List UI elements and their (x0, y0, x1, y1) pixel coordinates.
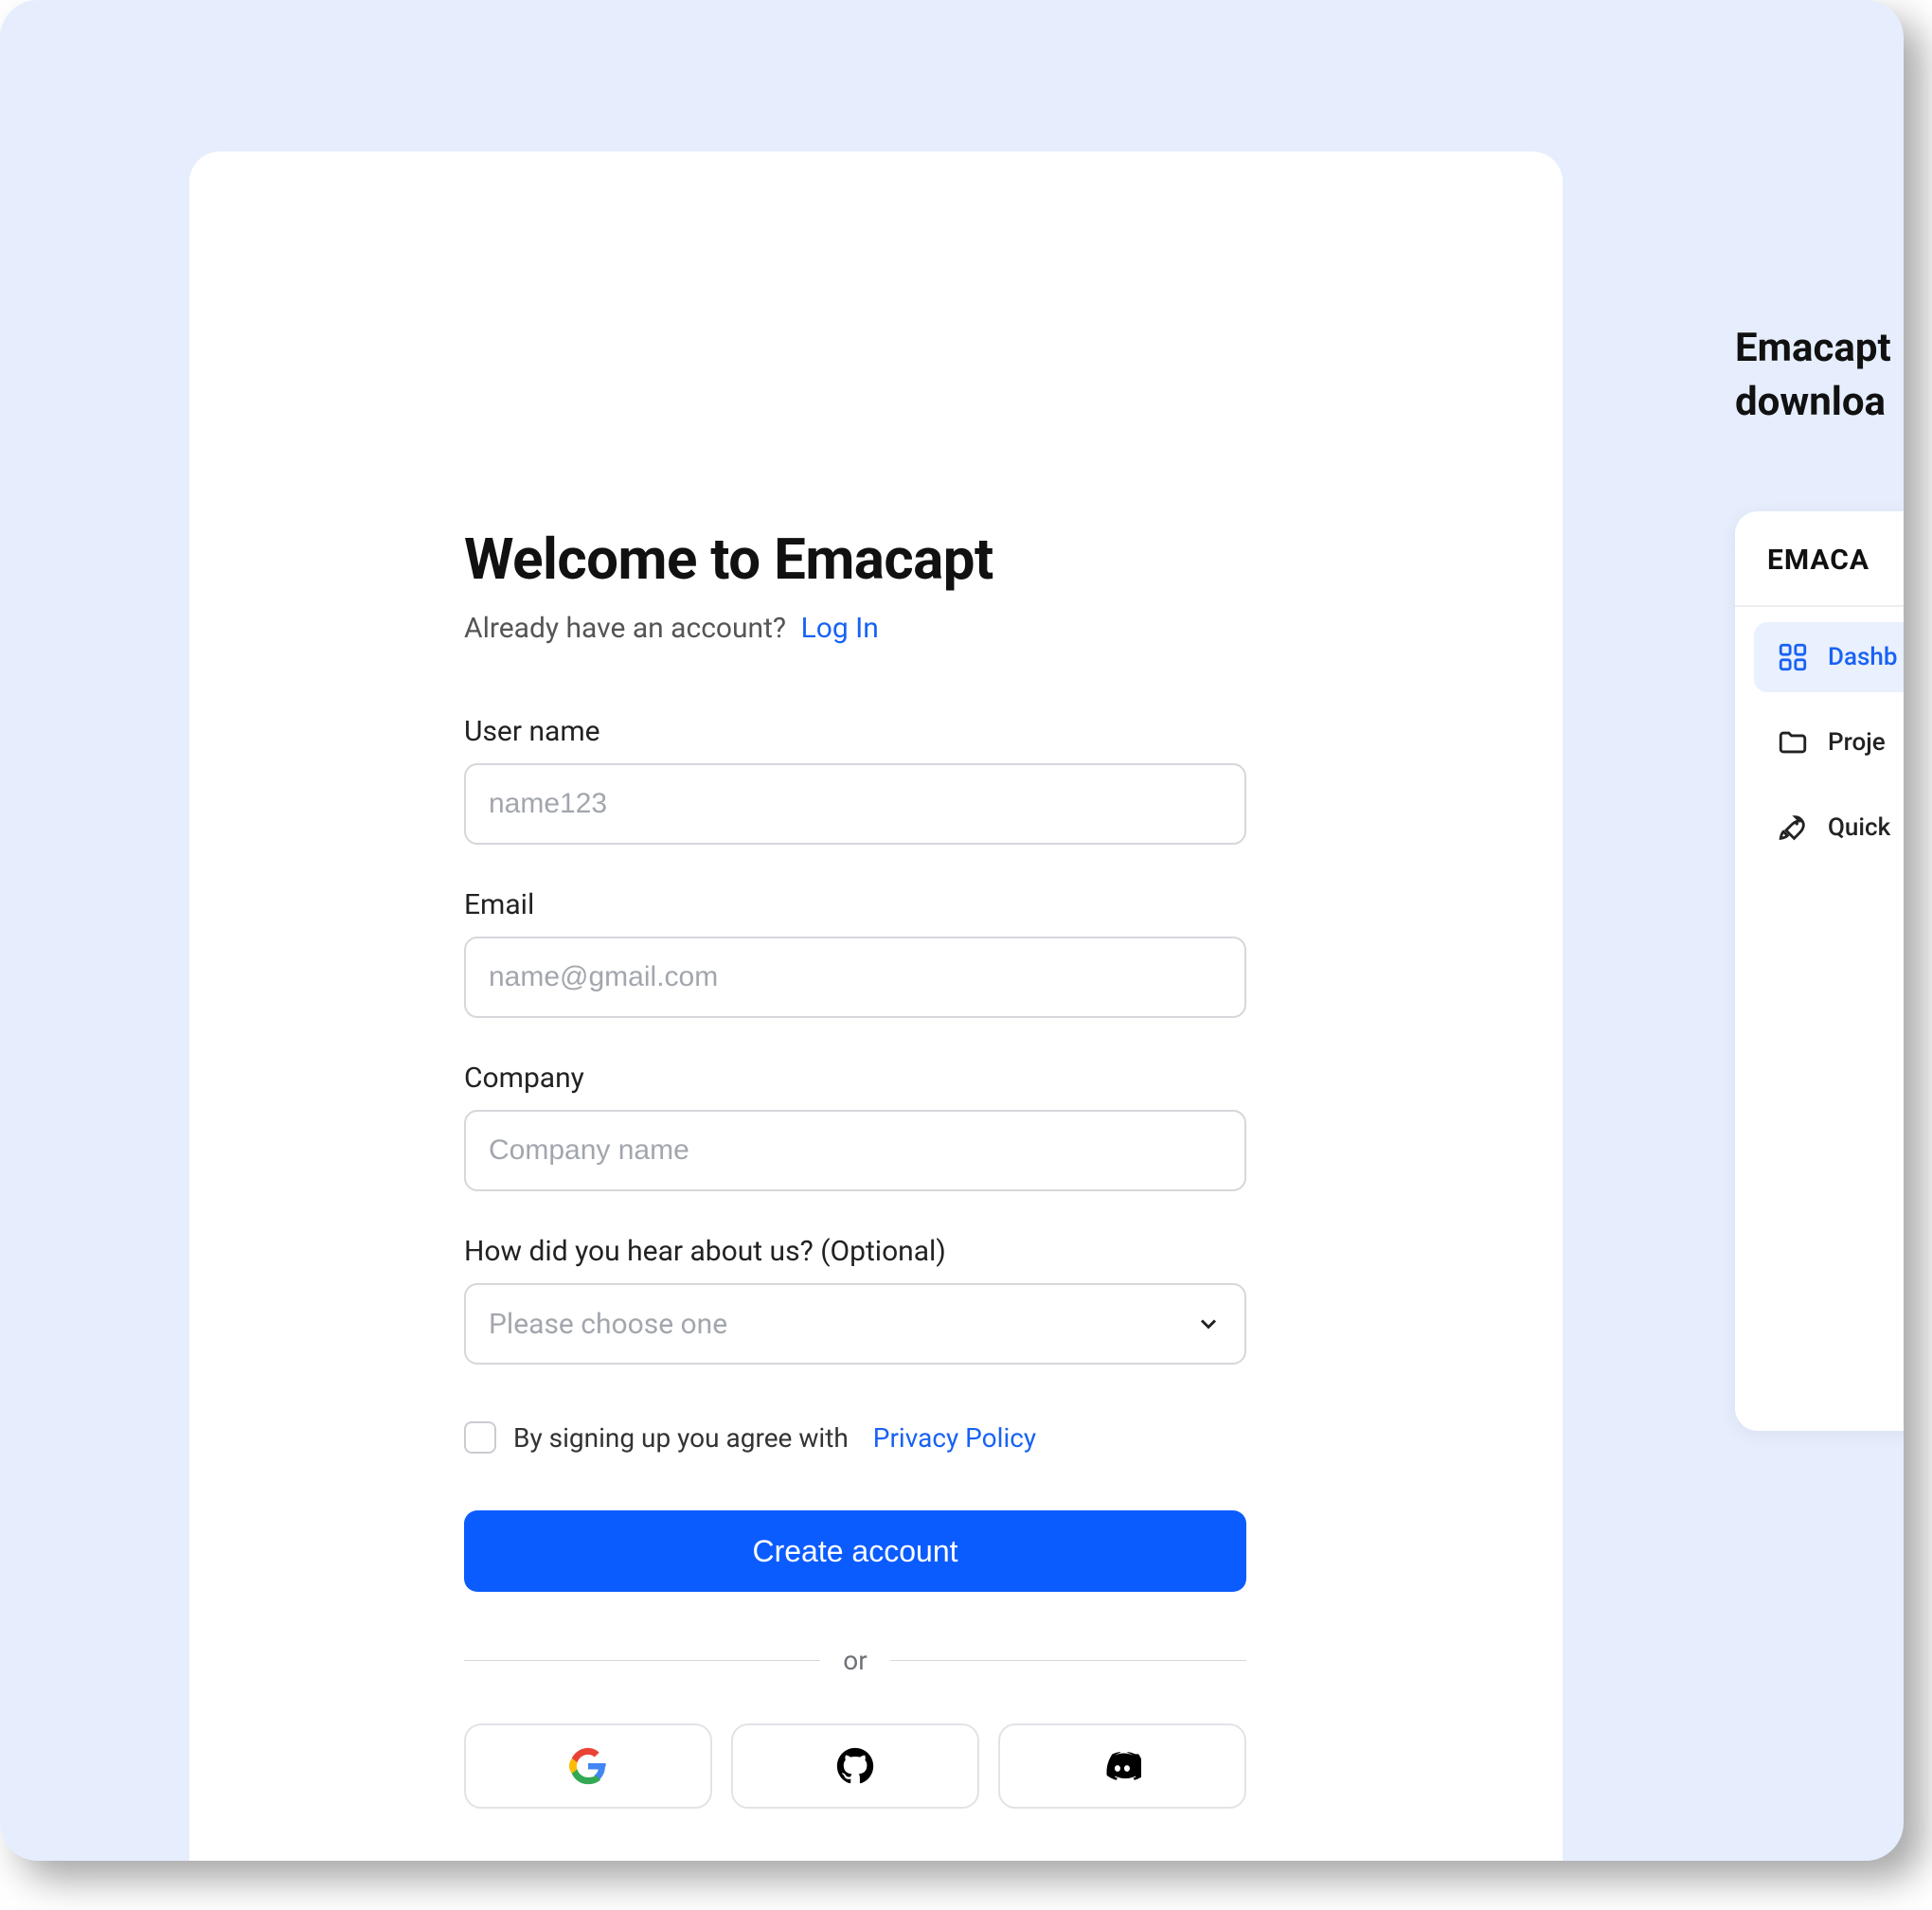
heard-placeholder: Please choose one (489, 1308, 727, 1341)
rocket-icon (1777, 812, 1809, 844)
email-input[interactable] (464, 937, 1246, 1018)
divider-text: or (843, 1645, 867, 1676)
consent-text: By signing up you agree with (513, 1422, 849, 1454)
chevron-down-icon (1195, 1311, 1222, 1337)
already-text: Already have an account? (464, 612, 786, 645)
email-label: Email (464, 888, 1288, 921)
login-prompt: Already have an account? Log In (464, 612, 1288, 645)
company-group: Company (464, 1062, 1288, 1191)
nav-dashboard[interactable]: Dashb (1754, 622, 1904, 692)
discord-icon (1103, 1747, 1141, 1785)
google-signin-button[interactable] (464, 1723, 712, 1809)
google-icon (569, 1747, 607, 1785)
create-account-button[interactable]: Create account (464, 1510, 1246, 1592)
divider-line (890, 1660, 1246, 1661)
company-label: Company (464, 1062, 1288, 1095)
github-icon (836, 1747, 874, 1785)
nav-projects-label: Proje (1828, 728, 1886, 757)
signup-card: Welcome to Emacapt Already have an accou… (189, 152, 1563, 1861)
login-link[interactable]: Log In (801, 612, 879, 645)
username-label: User name (464, 715, 1288, 748)
heard-label: How did you hear about us? (Optional) (464, 1235, 1288, 1268)
aside-title: Emacapt downloa (1735, 322, 1891, 429)
username-group: User name (464, 715, 1288, 845)
page-title: Welcome to Emacapt (464, 526, 1288, 593)
preview-brand: EMACA (1735, 544, 1904, 607)
company-input[interactable] (464, 1110, 1246, 1191)
heard-group: How did you hear about us? (Optional) Pl… (464, 1235, 1288, 1365)
preview-card: EMACA Dashb Proje Quick (1735, 511, 1904, 1431)
nav-projects[interactable]: Proje (1754, 707, 1904, 777)
folder-icon (1777, 726, 1809, 759)
heard-select[interactable]: Please choose one (464, 1283, 1246, 1365)
divider: or (464, 1645, 1246, 1676)
consent-row: By signing up you agree with Privacy Pol… (464, 1421, 1288, 1454)
username-input[interactable] (464, 763, 1246, 845)
github-signin-button[interactable] (731, 1723, 979, 1809)
nav-quick-label: Quick (1828, 813, 1890, 842)
app-background: Welcome to Emacapt Already have an accou… (0, 0, 1904, 1861)
divider-line (464, 1660, 820, 1661)
privacy-policy-link[interactable]: Privacy Policy (873, 1422, 1036, 1454)
social-buttons (464, 1723, 1246, 1809)
grid-icon (1777, 641, 1809, 673)
email-group: Email (464, 888, 1288, 1018)
nav-quick[interactable]: Quick (1754, 793, 1904, 863)
consent-checkbox[interactable] (464, 1421, 496, 1454)
discord-signin-button[interactable] (998, 1723, 1246, 1809)
nav-dashboard-label: Dashb (1828, 643, 1897, 671)
